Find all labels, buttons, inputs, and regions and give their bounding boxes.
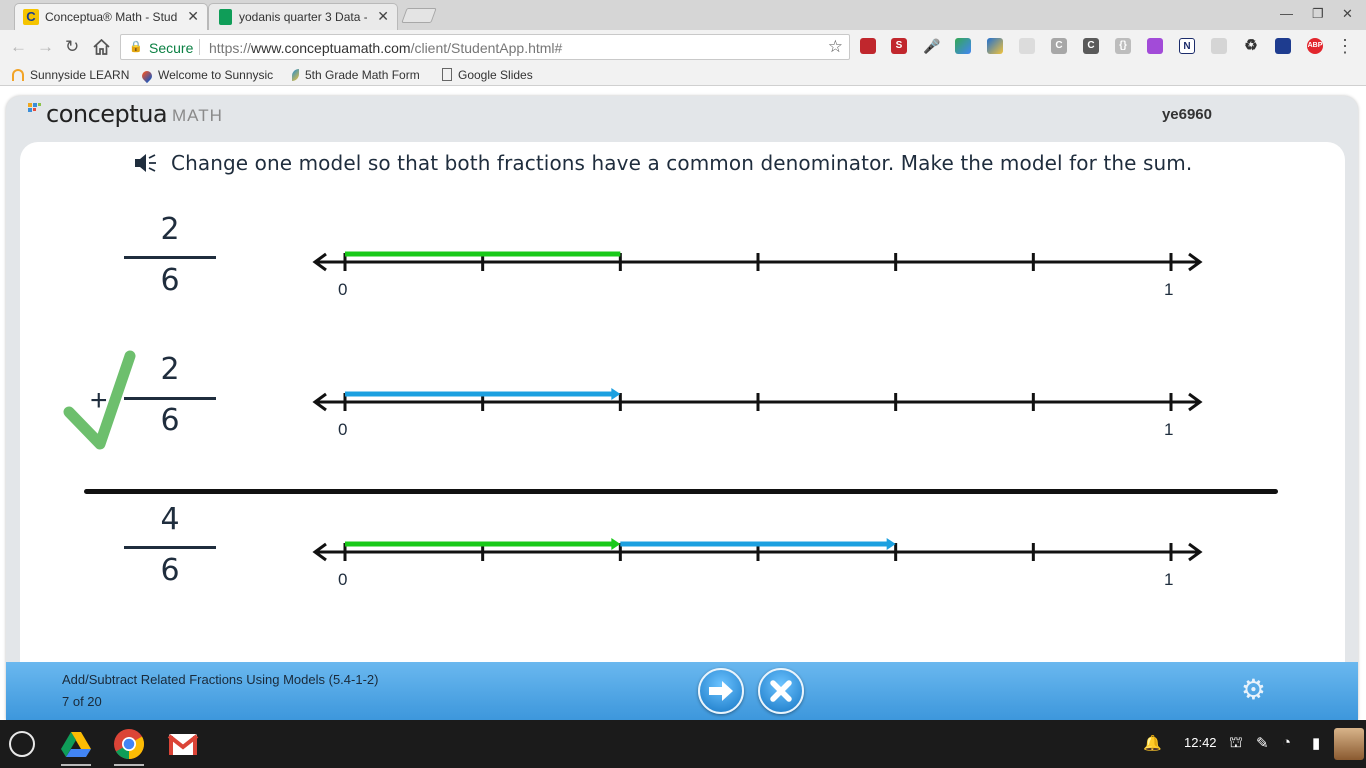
url-text: https://www.conceptuamath.com/client/Stu… bbox=[209, 40, 563, 56]
s-icon[interactable]: S bbox=[891, 38, 907, 54]
bookmark-sunnyside-learn[interactable]: Sunnyside LEARN bbox=[12, 68, 129, 82]
forward-icon[interactable]: → bbox=[37, 37, 54, 57]
sheets-icon bbox=[219, 9, 232, 25]
puzzle-purple-icon[interactable] bbox=[1147, 38, 1163, 54]
bookmarks-bar: Sunnyside LEARN Welcome to Sunnysic 5th … bbox=[0, 64, 1366, 86]
number-line-2-label-start: 0 bbox=[338, 420, 348, 439]
x-icon bbox=[770, 680, 792, 702]
username: ye6960 bbox=[1161, 106, 1212, 123]
first-numerator: 2 bbox=[160, 212, 180, 247]
battery-icon[interactable]: ▮ bbox=[1312, 734, 1320, 752]
launcher-icon[interactable] bbox=[9, 731, 35, 757]
lesson-title: Add/Subtract Related Fractions Using Mod… bbox=[62, 672, 379, 687]
back-icon[interactable]: ← bbox=[10, 37, 27, 57]
tab-conceptua[interactable]: C Conceptua® Math - Stud ✕ bbox=[14, 3, 208, 30]
bookmark-welcome[interactable]: Welcome to Sunnysic bbox=[139, 68, 273, 84]
c-grey-icon[interactable]: C bbox=[1051, 38, 1067, 54]
pen-status-icon[interactable]: ✎ bbox=[1256, 734, 1269, 752]
speaker-icon[interactable] bbox=[133, 152, 157, 174]
page-icon bbox=[442, 68, 452, 81]
sunnyside-icon bbox=[12, 69, 24, 81]
tab-title: yodanis quarter 3 Data - bbox=[239, 10, 367, 24]
gmail-icon[interactable] bbox=[167, 728, 199, 760]
drive-status-icon[interactable]: ⛫ bbox=[1229, 734, 1243, 753]
next-button[interactable] bbox=[698, 668, 744, 714]
recycle-icon[interactable]: ♻ bbox=[1243, 38, 1259, 54]
bookmark-star-icon[interactable]: ☆ bbox=[828, 37, 843, 57]
address-bar[interactable]: 🔒 Secure https://www.conceptuamath.com/c… bbox=[120, 34, 850, 60]
browser-toolbar: ← → ↻ 🔒 Secure https://www.conceptuamath… bbox=[0, 30, 1366, 64]
check-mark-icon bbox=[63, 350, 136, 450]
close-tab-icon[interactable]: ✕ bbox=[187, 8, 199, 25]
sum-numerator: 4 bbox=[160, 502, 180, 537]
brand-suffix: MATH bbox=[172, 106, 223, 125]
problem-panel bbox=[20, 142, 1345, 672]
new-tab-button[interactable] bbox=[401, 8, 437, 23]
clock[interactable]: 12:42 bbox=[1184, 735, 1217, 750]
close-tab-icon[interactable]: ✕ bbox=[377, 8, 389, 25]
bookmark-google-slides[interactable]: Google Slides bbox=[442, 68, 533, 82]
feather-icon bbox=[292, 69, 299, 81]
avatar[interactable] bbox=[1334, 728, 1364, 760]
instruction-text: Change one model so that both fractions … bbox=[171, 151, 1193, 175]
adblock-icon[interactable]: ABP bbox=[1307, 38, 1323, 54]
lock-icon: 🔒 bbox=[129, 41, 143, 53]
arrow-right-icon bbox=[709, 681, 733, 701]
lesson-footer: Add/Subtract Related Fractions Using Mod… bbox=[6, 662, 1358, 720]
lesson-progress: 7 of 20 bbox=[62, 694, 102, 709]
minimize-icon[interactable]: — bbox=[1280, 6, 1293, 21]
pen-icon[interactable] bbox=[987, 38, 1003, 54]
secure-label: Secure bbox=[149, 40, 194, 56]
block-icon[interactable] bbox=[1275, 38, 1291, 54]
mic-icon[interactable]: 🎤 bbox=[923, 38, 940, 54]
menu-icon[interactable]: ⋮ bbox=[1336, 36, 1354, 57]
fraction-bar bbox=[124, 546, 216, 549]
reload-icon[interactable]: ↻ bbox=[65, 37, 79, 57]
book-icon[interactable] bbox=[860, 38, 876, 54]
tab-title: Conceptua® Math - Stud bbox=[45, 10, 178, 24]
c-dark-icon[interactable]: C bbox=[1083, 38, 1099, 54]
drop-icon bbox=[139, 68, 155, 84]
close-button[interactable] bbox=[758, 668, 804, 714]
notification-bell-icon[interactable]: 🔔 bbox=[1143, 734, 1162, 752]
number-line-1-label-end: 1 bbox=[1164, 280, 1174, 299]
close-window-icon[interactable]: ✕ bbox=[1342, 6, 1353, 22]
settings-gear-icon[interactable]: ⚙ bbox=[1241, 676, 1266, 704]
wifi-icon[interactable]: ◔ bbox=[1282, 734, 1291, 751]
restore-icon[interactable]: ❐ bbox=[1312, 6, 1324, 22]
camera-icon[interactable] bbox=[1019, 38, 1035, 54]
number-line-1-label-start: 0 bbox=[338, 280, 348, 299]
drive-icon[interactable] bbox=[60, 728, 92, 760]
sum-divider bbox=[84, 489, 1278, 494]
fraction-bar bbox=[124, 256, 216, 259]
brand-name: conceptua bbox=[46, 100, 168, 128]
shield-icon[interactable] bbox=[1211, 38, 1227, 54]
conceptua-c-icon: C bbox=[23, 9, 39, 25]
n-icon[interactable]: N bbox=[1179, 38, 1195, 54]
number-line-3-label-end: 1 bbox=[1164, 570, 1174, 589]
number-line-2-label-end: 1 bbox=[1164, 420, 1174, 439]
logo-dots-icon bbox=[28, 103, 41, 112]
chrome-icon[interactable] bbox=[113, 728, 145, 760]
braces-icon[interactable]: {} bbox=[1115, 38, 1131, 54]
tab-strip: C Conceptua® Math - Stud ✕ yodanis quart… bbox=[0, 0, 1366, 30]
bookmark-5th-grade-math[interactable]: 5th Grade Math Form bbox=[292, 68, 420, 82]
home-icon[interactable] bbox=[93, 39, 110, 55]
sum-denominator: 6 bbox=[160, 553, 180, 588]
os-shelf: 🔔 12:42 ⛫ ✎ ◔ ▮ bbox=[0, 720, 1366, 768]
puzzle-multi-icon[interactable] bbox=[955, 38, 971, 54]
first-denominator: 6 bbox=[160, 263, 180, 298]
tab-sheets[interactable]: yodanis quarter 3 Data - ✕ bbox=[208, 3, 398, 30]
number-line-3-label-start: 0 bbox=[338, 570, 348, 589]
